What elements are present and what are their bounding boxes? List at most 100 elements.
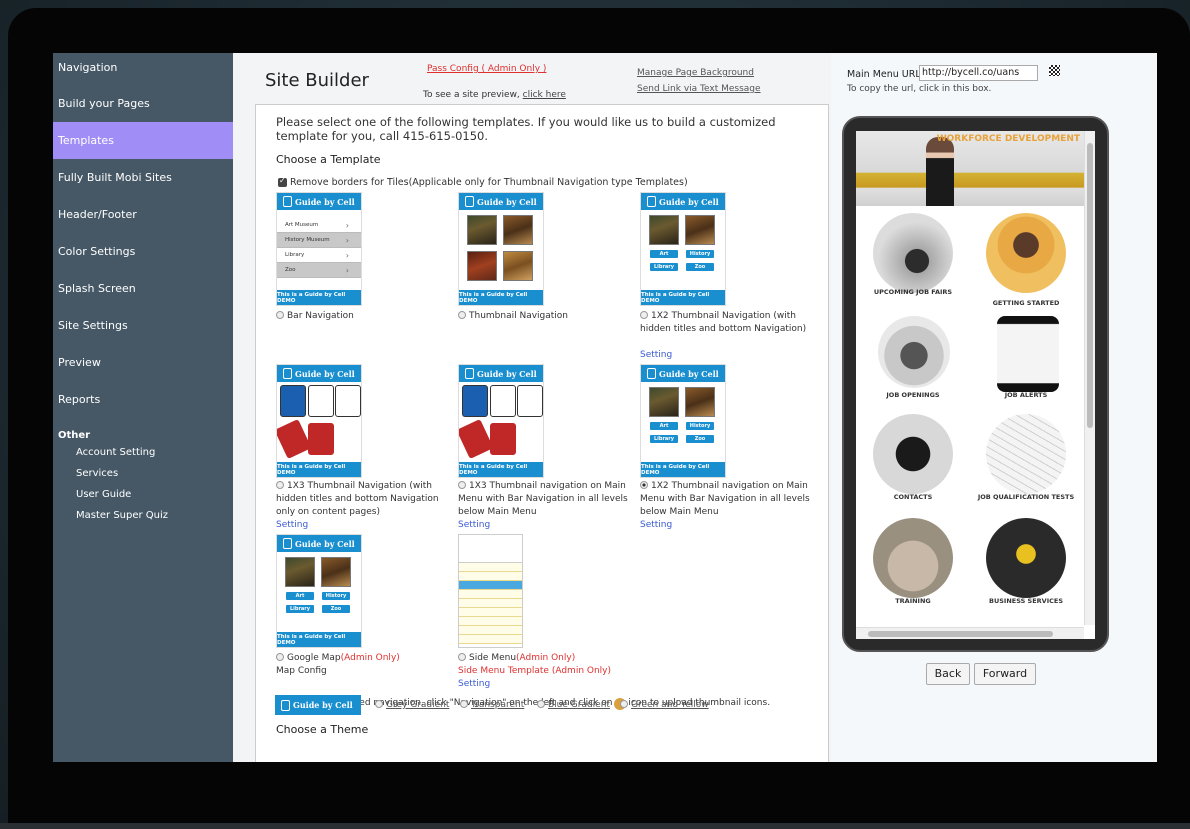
back-button[interactable]: Back	[926, 663, 970, 685]
test-sheet-icon[interactable]	[986, 414, 1066, 494]
manage-background-link[interactable]: Manage Page Background	[637, 68, 754, 78]
business-gear-icon[interactable]	[986, 518, 1066, 598]
template-label: Thumbnail Navigation	[469, 311, 569, 321]
theme-label: Blue Gradient	[548, 700, 610, 710]
laptop-typing-icon[interactable]	[878, 316, 950, 388]
template-1x2-setting-link[interactable]: Setting	[640, 350, 672, 360]
template-header: Guide by Cell	[641, 365, 725, 382]
map-config-link[interactable]: Map Config	[276, 665, 327, 678]
radio-button[interactable]	[640, 311, 648, 319]
pass-config-link[interactable]: Pass Config ( Admin Only )	[427, 64, 546, 74]
sidebar-item-label: Splash Screen	[58, 282, 136, 295]
sidebar-item-navigation[interactable]: Navigation	[53, 53, 233, 90]
bar-item: Zoo	[277, 263, 361, 278]
sidebar-item-reports[interactable]: Reports	[53, 385, 233, 422]
preview-horizontal-scrollbar[interactable]	[856, 627, 1084, 639]
radio-button[interactable]	[458, 311, 466, 319]
sidebar-sub-user-guide[interactable]: User Guide	[76, 489, 131, 500]
brand-label: Guide by Cell	[293, 700, 353, 710]
sidebar-item-header-footer[interactable]: Header/Footer	[53, 200, 233, 237]
radio-button-selected[interactable]	[640, 481, 648, 489]
template-1x3-main-menu-thumb[interactable]: Guide by Cell This is a Guide by Cell DE…	[458, 364, 544, 478]
side-menu-setting-link[interactable]: Setting	[458, 679, 490, 689]
main-menu-url-field[interactable]: http://bycell.co/uans	[919, 65, 1038, 81]
radio-button[interactable]	[460, 700, 468, 708]
template-thumbnail-navigation-thumb[interactable]: Guide by Cell This is a Guide by Cell DE…	[458, 192, 544, 306]
radio-button[interactable]	[537, 700, 545, 708]
template-1x2-main-setting-link[interactable]: Setting	[640, 520, 672, 530]
remove-borders-option[interactable]: Remove borders for Tiles(Applicable only…	[278, 176, 688, 188]
template-side-menu-thumb[interactable]	[458, 534, 523, 648]
template-1x3-hidden-titles-thumb[interactable]: Guide by Cell This is a Guide by Cell DE…	[276, 364, 362, 478]
choose-template-heading: Choose a Template	[276, 153, 381, 166]
theme-transparent[interactable]: Transparent	[460, 700, 524, 710]
template-side-menu-option[interactable]: Side Menu(Admin Only)	[458, 652, 575, 665]
sidebar-item-site-settings[interactable]: Site Settings	[53, 311, 233, 348]
page-title: Site Builder	[265, 70, 369, 91]
sidebar-sub-services[interactable]: Services	[76, 468, 118, 479]
side-menu-template-link[interactable]: Side Menu Template (Admin Only)	[458, 665, 611, 678]
template-footer: This is a Guide by Cell DEMO	[459, 290, 543, 305]
theme-label: Green and Yellow	[631, 700, 709, 710]
copy-hint: To copy the url, click in this box.	[847, 84, 992, 94]
sidebar-item-build-pages[interactable]: Build your Pages	[53, 89, 233, 126]
template-google-map-thumb[interactable]: Guide by Cell Art History Library Zoo Th…	[276, 534, 362, 648]
template-1x3-main-menu-option[interactable]: 1X3 Thumbnail navigation on Main Menu wi…	[458, 480, 628, 519]
radio-button[interactable]	[276, 481, 284, 489]
sidebar-item-color-settings[interactable]: Color Settings	[53, 237, 233, 274]
template-thumbnail-navigation-option[interactable]: Thumbnail Navigation	[458, 310, 568, 323]
template-1x2-bottom-nav-thumb[interactable]: Guide by Cell Art History Library Zoo Th…	[640, 192, 726, 306]
template-footer: This is a Guide by Cell DEMO	[277, 290, 361, 305]
tile-label: GETTING STARTED	[992, 299, 1060, 307]
radio-button[interactable]	[458, 653, 466, 661]
handshake-icon[interactable]	[873, 213, 953, 293]
theme-grey-gradient[interactable]: Grey Gradient	[375, 700, 449, 710]
theme-green-yellow[interactable]: Green and Yellow	[620, 700, 709, 710]
radio-button[interactable]	[458, 481, 466, 489]
side-menu-row	[459, 581, 522, 590]
history-thumbnail-icon	[685, 215, 715, 245]
template-1x2-main-menu-thumb[interactable]: Guide by Cell Art History Library Zoo Th…	[640, 364, 726, 478]
template-bar-navigation-thumb[interactable]: Guide by Cell Art Museum History Museum …	[276, 192, 362, 306]
scrollbar-thumb[interactable]	[868, 631, 1053, 637]
theme-blue-gradient[interactable]: Blue Gradient	[537, 700, 610, 710]
smartphone-icon[interactable]	[997, 316, 1059, 392]
forward-button[interactable]: Forward	[974, 663, 1036, 685]
sidebar-item-preview[interactable]: Preview	[53, 348, 233, 385]
template-label: Side Menu	[469, 653, 517, 663]
sidebar-sub-master-super-quiz[interactable]: Master Super Quiz	[76, 510, 168, 521]
radio-button[interactable]	[276, 311, 284, 319]
remove-borders-checkbox[interactable]	[278, 176, 287, 187]
send-link-text[interactable]: Send Link via Text Message	[637, 84, 761, 94]
sidebar-item-templates[interactable]: Templates	[53, 122, 233, 159]
template-google-map-option[interactable]: Google Map(Admin Only)	[276, 652, 400, 665]
template-1x3-hidden-titles-option[interactable]: 1X3 Thumbnail Navigation (with hidden ti…	[276, 480, 444, 519]
template-label: 1X2 Thumbnail navigation on Main Menu wi…	[640, 481, 810, 517]
telephone-icon[interactable]	[873, 414, 953, 494]
remove-borders-label: Remove borders for Tiles(Applicable only…	[290, 177, 688, 188]
scrollbar-thumb[interactable]	[1087, 143, 1093, 428]
radio-button[interactable]	[276, 653, 284, 661]
template-1x2-bottom-nav-option[interactable]: 1X2 Thumbnail Navigation (with hidden ti…	[640, 310, 808, 336]
woman-portrait-icon[interactable]	[986, 213, 1066, 293]
radio-button[interactable]	[620, 700, 628, 708]
sidebar-sub-account-setting[interactable]: Account Setting	[76, 447, 155, 458]
qr-code-icon[interactable]	[1049, 65, 1060, 76]
sidebar-item-splash-screen[interactable]: Splash Screen	[53, 274, 233, 311]
sidebar-other-heading: Other	[58, 430, 91, 441]
theme-preview[interactable]: Guide by Cell	[275, 695, 361, 715]
preview-link[interactable]: click here	[523, 90, 566, 100]
template-bar-navigation-option[interactable]: Bar Navigation	[276, 310, 354, 323]
preview-vertical-scrollbar[interactable]	[1084, 131, 1095, 625]
radio-button[interactable]	[375, 700, 383, 708]
meeting-desk-icon[interactable]	[873, 518, 953, 598]
template-label: 1X3 Thumbnail navigation on Main Menu wi…	[458, 481, 628, 517]
tag-icon	[277, 419, 312, 459]
sidebar-item-label: Fully Built Mobi Sites	[58, 171, 172, 184]
sidebar-item-fully-built-sites[interactable]: Fully Built Mobi Sites	[53, 163, 233, 200]
template-1x3-main-setting-link[interactable]: Setting	[458, 520, 490, 530]
template-1x3-setting-link[interactable]: Setting	[276, 520, 308, 530]
bar-item: History Museum	[277, 233, 361, 248]
url-label: Main Menu URL:	[847, 69, 924, 80]
template-1x2-main-menu-option[interactable]: 1X2 Thumbnail navigation on Main Menu wi…	[640, 480, 810, 519]
